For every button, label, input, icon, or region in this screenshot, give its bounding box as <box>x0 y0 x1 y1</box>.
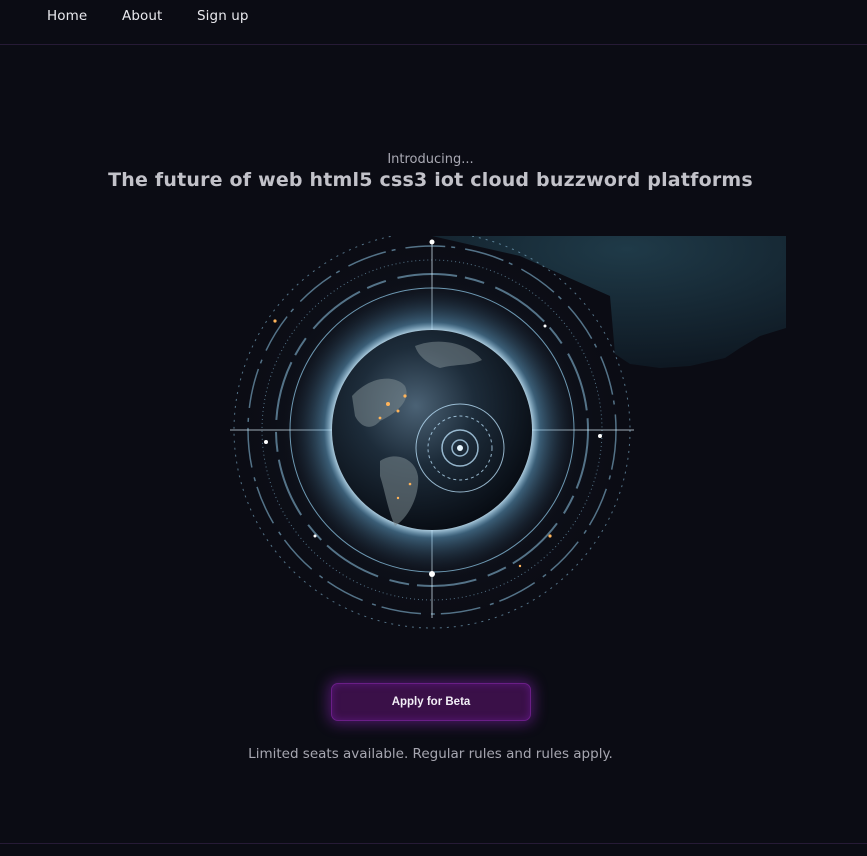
globe-tech-illustration <box>220 236 786 646</box>
footer-divider <box>0 843 867 844</box>
hero-headline: The future of web html5 css3 iot cloud b… <box>108 169 753 191</box>
apply-for-beta-button[interactable]: Apply for Beta <box>331 683 531 721</box>
nav-link-about[interactable]: About <box>122 8 162 24</box>
nav-link-home[interactable]: Home <box>47 8 87 24</box>
limited-seats-note: Limited seats available. Regular rules a… <box>248 746 613 762</box>
top-navigation: Home About Sign up <box>0 0 867 45</box>
hero-kicker: Introducing... <box>387 152 474 167</box>
nav-link-sign-up[interactable]: Sign up <box>197 8 249 24</box>
